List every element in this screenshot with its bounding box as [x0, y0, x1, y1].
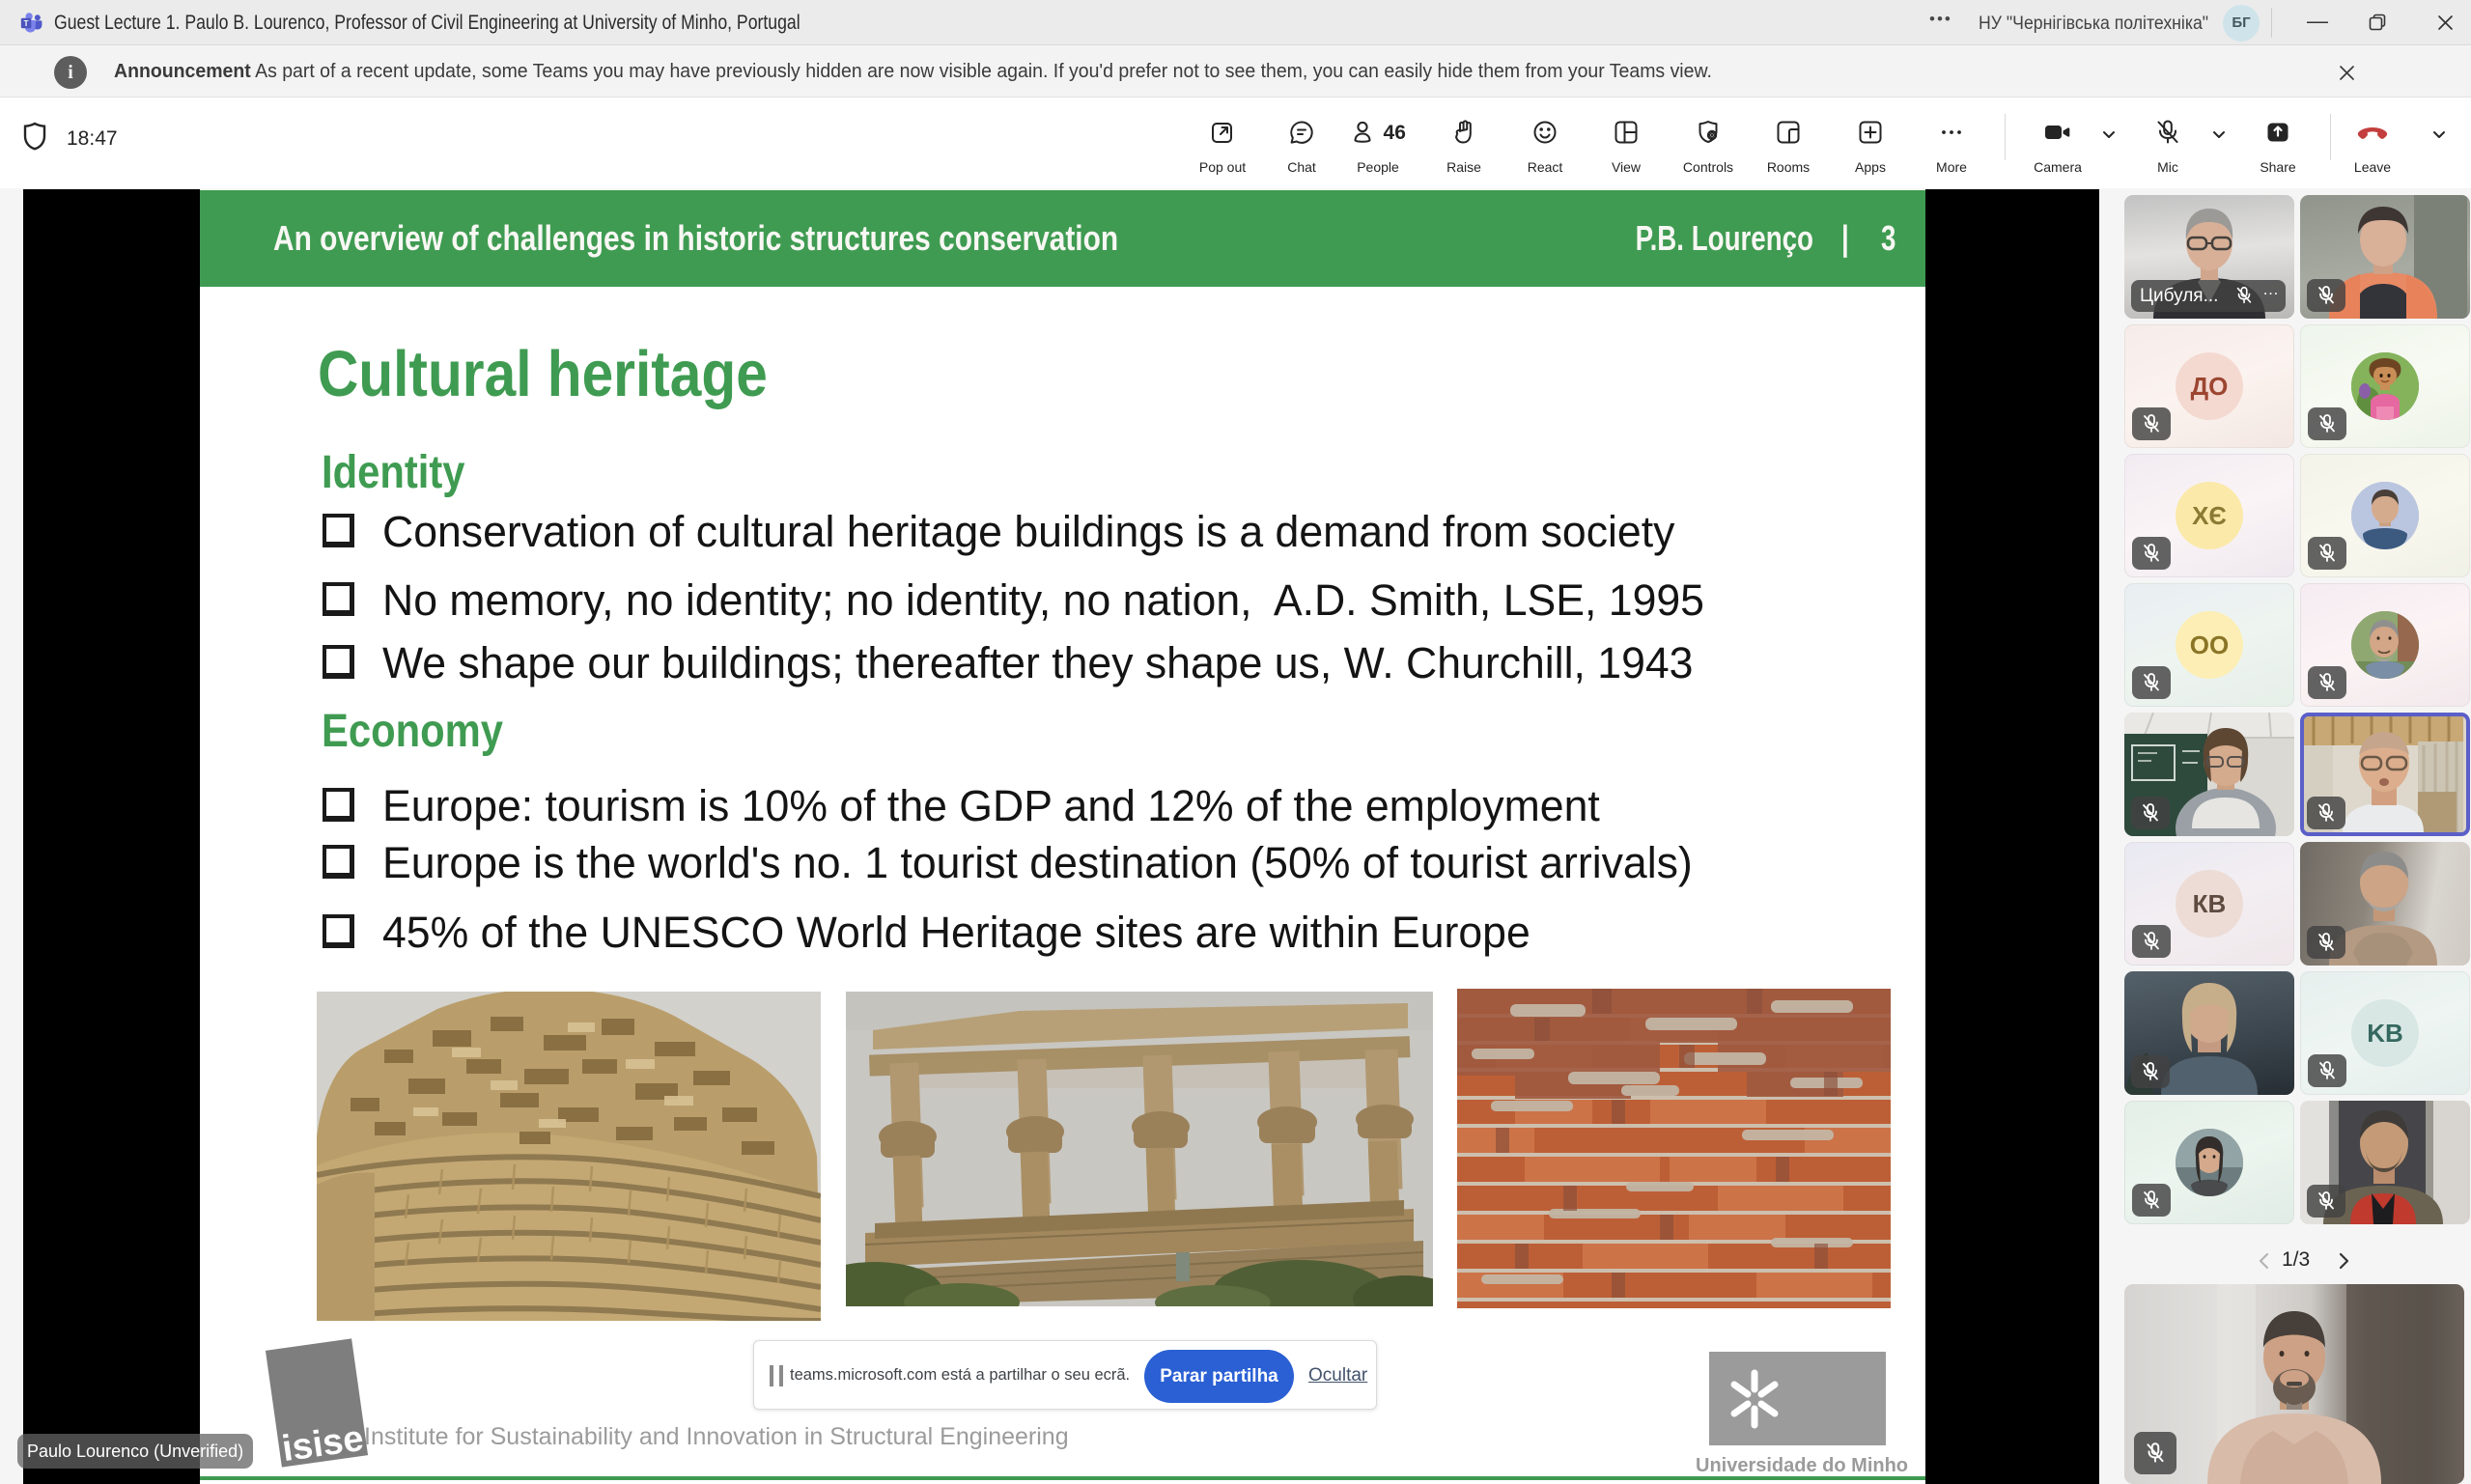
svg-text:T: T — [24, 19, 29, 28]
